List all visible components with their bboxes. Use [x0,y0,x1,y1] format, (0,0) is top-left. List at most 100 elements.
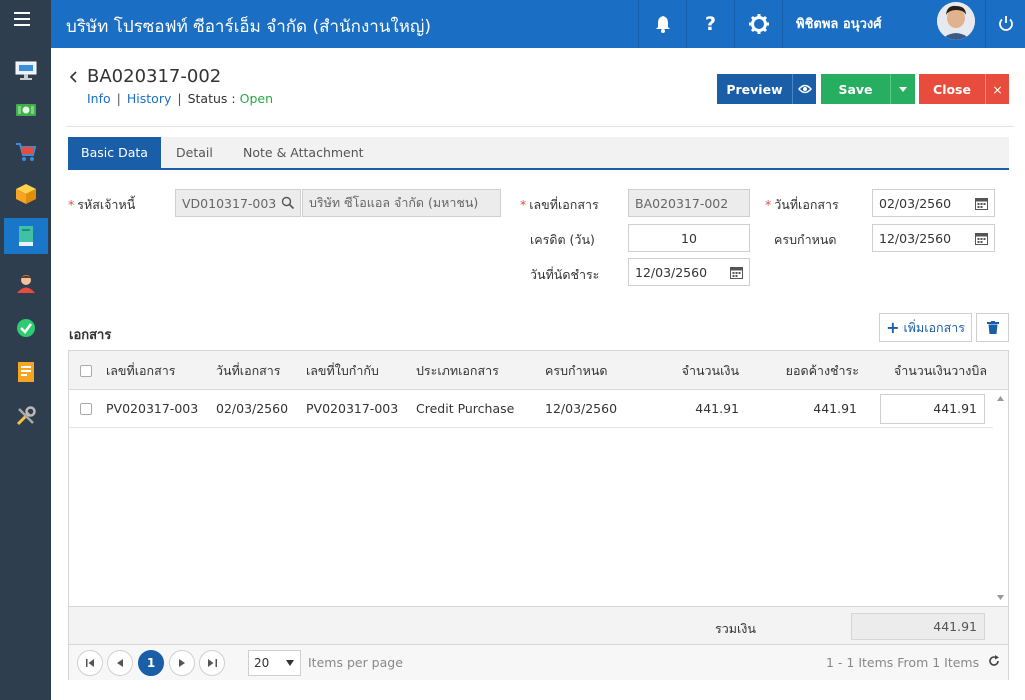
tab-detail[interactable]: Detail [163,137,226,168]
calendar-icon[interactable] [730,266,743,279]
total-label: รวมเงิน [715,621,756,636]
help-button[interactable]: ? [686,0,734,48]
col-amount[interactable]: จำนวนเงิน [659,351,739,390]
page-1-button[interactable]: 1 [138,650,164,676]
next-page-icon [179,659,185,667]
status-colon: : [231,91,236,106]
status-badge: Open [239,91,274,106]
first-page-button[interactable] [77,650,103,676]
due-date-label: ครบกำหนด [774,232,837,247]
money-icon [16,104,36,116]
doc-date-field[interactable]: 02/03/2560 [872,189,995,217]
sidebar-item-finance[interactable] [4,92,48,128]
info-link[interactable]: Info [87,91,111,106]
close-x-button[interactable]: × [985,74,1009,104]
table-row[interactable]: PV020317-003 02/03/2560 PV020317-003 Cre… [69,390,993,428]
sidebar-item-accounts-payable[interactable] [4,218,48,254]
cell-doc-date: 02/03/2560 [216,401,289,416]
col-doc-date[interactable]: วันที่เอกสาร [216,351,281,390]
sidebar-item-purchase[interactable] [4,134,48,170]
creditor-code-label: * รหัสเจ้าหนี้ [68,197,136,212]
sidebar-item-settings[interactable] [4,398,48,434]
presentation-icon [15,61,37,80]
close-button[interactable]: Close [919,74,985,104]
caret-down-icon [899,86,907,92]
vertical-scrollbar[interactable] [993,390,1008,606]
scroll-down-icon[interactable] [997,595,1004,600]
check-icon [17,319,35,337]
delete-button[interactable] [976,313,1009,342]
cell-amount: 441.91 [695,401,739,416]
trash-icon [986,321,999,334]
credit-days-label: เครดิต (วัน) [530,232,595,247]
page-title: BA020317-002 [87,66,222,87]
preview-button[interactable]: Preview [717,74,792,104]
save-button[interactable]: Save [821,74,890,104]
question-icon: ? [704,13,717,35]
settings-button[interactable] [734,0,782,48]
documents-section-title: เอกสาร [69,328,112,343]
last-page-icon [207,659,217,667]
tab-note-attachment[interactable]: Note & Attachment [230,137,377,168]
next-page-button[interactable] [169,650,195,676]
box-icon [16,184,36,204]
last-page-button[interactable] [199,650,225,676]
col-doc-no[interactable]: เลขที่เอกสาร [106,351,175,390]
save-options-button[interactable] [890,74,915,104]
due-date-field[interactable]: 12/03/2560 [872,224,995,252]
page-size-select[interactable]: 20 [248,650,301,676]
col-billing-amount[interactable]: จำนวนเงินวางบิล [869,351,987,390]
col-doc-type[interactable]: ประเภทเอกสาร [416,351,499,390]
avatar[interactable] [937,2,975,40]
calendar-icon[interactable] [975,197,988,210]
pager: 1 20 Items per page 1 - 1 Items From 1 I… [69,645,1008,680]
prev-page-icon [117,659,123,667]
col-invoice-no[interactable]: เลขที่ใบกำกับ [306,351,379,390]
col-outstanding[interactable]: ยอดค้างชำระ [759,351,859,390]
scroll-up-icon[interactable] [997,396,1004,401]
logout-button[interactable] [985,0,1025,48]
search-icon[interactable] [281,196,295,210]
billing-amount-input[interactable]: 441.91 [880,394,985,424]
sidebar-item-hr[interactable] [4,266,48,302]
grid-footer: รวมเงิน 441.91 [69,606,1008,645]
gear-icon [748,14,769,34]
prev-page-button[interactable] [107,650,133,676]
refresh-button[interactable] [988,655,1000,670]
back-button[interactable] [67,68,81,86]
sidebar-item-approval[interactable] [4,310,48,346]
pager-info: 1 - 1 Items From 1 Items [826,655,980,670]
cell-invoice-no: PV020317-003 [306,401,399,416]
top-header: บริษัท โปรซอฟท์ ซีอาร์เอ็ม จำกัด (สำนักง… [51,0,1025,48]
bill-date-field[interactable]: 12/03/2560 [628,258,750,286]
plus-icon: + [886,317,900,337]
preview-eye-button[interactable] [792,74,816,104]
select-all-checkbox[interactable] [80,365,92,377]
creditor-name-field: บริษัท ซีโอแอล จำกัด (มหาชน) [302,189,501,217]
cell-doc-no: PV020317-003 [106,401,199,416]
col-due-date[interactable]: ครบกำหนด [545,351,608,390]
row-checkbox[interactable] [80,403,92,415]
sidebar-item-report[interactable] [4,354,48,390]
credit-days-field[interactable]: 10 [628,224,750,252]
doc-date-label: * วันที่เอกสาร [765,197,839,212]
cell-outstanding: 441.91 [813,401,857,416]
sidebar-item-dashboard[interactable] [4,52,48,88]
add-document-button[interactable]: + เพิ่มเอกสาร [879,313,972,342]
creditor-code-field[interactable]: VD010317-003 [175,189,301,217]
cell-doc-type: Credit Purchase [416,401,515,416]
sidebar-item-inventory[interactable] [4,176,48,212]
close-icon: × [992,81,1003,97]
calendar-icon[interactable] [975,232,988,245]
add-document-label: เพิ่มเอกสาร [903,319,965,335]
book-icon [19,226,33,246]
divider [66,126,1014,127]
grid-header: เลขที่เอกสาร วันที่เอกสาร เลขที่ใบกำกับ … [69,351,1008,390]
menu-icon[interactable] [14,12,30,26]
tab-basic-data[interactable]: Basic Data [68,137,161,168]
tools-icon [16,406,36,426]
history-link[interactable]: History [127,91,171,106]
user-menu[interactable]: พิชิตพล อนุวงศ์ [782,0,985,48]
chevron-left-icon [69,71,77,83]
notification-button[interactable] [638,0,686,48]
